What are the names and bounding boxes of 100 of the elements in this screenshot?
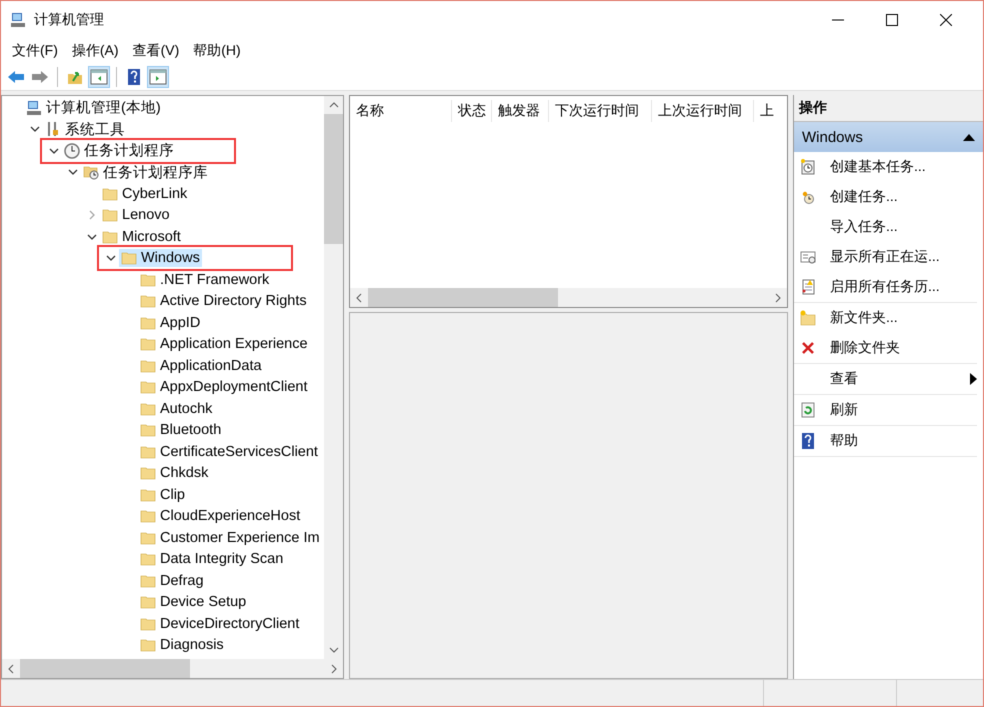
tree-item[interactable]: Customer Experience Im (138, 528, 322, 547)
tree-item[interactable]: Bluetooth (138, 421, 224, 440)
action-item[interactable]: 删除文件夹 (794, 333, 977, 363)
tree-item[interactable]: Data Integrity Scan (138, 550, 286, 568)
column-header[interactable]: 下次运行时间 (549, 100, 652, 122)
new-folder-icon (800, 310, 816, 326)
vertical-scrollbar[interactable] (324, 96, 343, 659)
pane-toggle-icon (149, 69, 167, 85)
folder-icon (140, 293, 156, 310)
menu-item[interactable]: 帮助(H) (186, 42, 248, 60)
scroll-left-icon (8, 664, 14, 674)
tree-item[interactable]: 计算机管理(本地) (24, 97, 163, 118)
scroll-right-icon (775, 292, 781, 302)
tree-item[interactable]: Autochk (138, 400, 214, 418)
pane-toggle-icon (90, 69, 108, 85)
action-item[interactable]: 创建任务... (794, 182, 977, 212)
tree-item[interactable]: 任务计划程序库 (81, 162, 210, 183)
section-header[interactable]: Windows (794, 122, 983, 152)
tree-item[interactable]: Active Directory Rights (138, 292, 309, 310)
horizontal-scrollbar[interactable] (350, 288, 787, 307)
folder-icon (140, 551, 156, 568)
tree-item[interactable]: DeviceDirectoryClient (138, 614, 302, 633)
clock-icon (64, 142, 80, 159)
folder-icon (140, 400, 156, 417)
tree-item[interactable]: .NET Framework (138, 270, 272, 289)
action-item[interactable]: 查看 (794, 364, 977, 394)
action-item[interactable]: 导入任务... (794, 212, 977, 242)
action-item[interactable]: 启用所有任务历... (794, 272, 977, 302)
action-item[interactable]: 显示所有正在运... (794, 242, 977, 272)
folder-icon (140, 616, 156, 632)
tree-item[interactable]: Windows (119, 249, 202, 268)
column-header[interactable]: 触发器 (492, 100, 549, 122)
help-icon (125, 69, 143, 85)
action-item[interactable]: 帮助 (794, 426, 977, 456)
horizontal-scrollbar[interactable] (2, 659, 343, 678)
tree-toggle-button[interactable] (88, 66, 110, 88)
scroll-down-icon (328, 647, 338, 653)
maximize-icon (886, 14, 898, 26)
folder-icon (140, 594, 156, 610)
tree-item[interactable]: Microsoft (100, 228, 183, 246)
scroll-thumb[interactable] (20, 659, 190, 678)
tree-item[interactable]: 系统工具 (43, 118, 127, 140)
action-item[interactable]: 刷新 (794, 395, 977, 425)
folder-icon (140, 444, 156, 460)
back-arrow-icon (7, 69, 25, 85)
window-title: 计算机管理 (34, 10, 104, 28)
tree-item[interactable]: Lenovo (100, 206, 172, 224)
column-header[interactable]: 上次运行时间 (652, 100, 754, 122)
folder-up-icon (66, 69, 84, 85)
scroll-thumb[interactable] (368, 288, 558, 307)
tree-item[interactable]: CyberLink (100, 184, 190, 203)
tree-item[interactable]: CloudExperienceHost (138, 507, 302, 526)
tree-item[interactable]: Device Setup (138, 593, 248, 612)
menu-item[interactable]: 操作(A) (64, 42, 126, 60)
folder-icon (140, 358, 156, 374)
pane-title: 操作 (794, 95, 983, 122)
tree-item[interactable]: AppxDeploymentClient (138, 378, 310, 396)
tree-item[interactable]: Clip (138, 486, 187, 504)
action-item[interactable]: 新文件夹... (794, 303, 977, 333)
folder-icon (102, 186, 118, 202)
folder-icon (102, 207, 118, 224)
folder-icon (121, 250, 137, 266)
folder-icon (140, 508, 156, 524)
log-icon (800, 279, 816, 295)
tree-item[interactable]: Chkdsk (138, 464, 210, 482)
help-icon (800, 433, 816, 449)
action-toggle-button[interactable] (147, 66, 169, 88)
tree-item[interactable]: CertificateServicesClient (138, 442, 320, 461)
tree-item[interactable]: AppID (138, 314, 202, 332)
menu-item[interactable]: 文件(F) (5, 42, 65, 60)
folder-icon (140, 637, 156, 654)
folder-icon (140, 272, 156, 288)
folder-icon (140, 530, 156, 546)
column-header[interactable]: 状态 (452, 100, 492, 122)
column-header[interactable]: 名称 (350, 100, 452, 122)
computer-icon (26, 100, 42, 116)
scroll-right-icon (331, 664, 337, 674)
tree-item[interactable]: Diagnosis (138, 636, 226, 654)
column-header[interactable]: 上 (754, 100, 774, 122)
folder-icon (140, 486, 156, 503)
menu-item[interactable]: 查看(V) (126, 42, 186, 60)
tree-item[interactable]: Application Experience (138, 335, 310, 354)
folder-icon (102, 228, 118, 245)
action-item[interactable]: 创建基本任务... (794, 152, 977, 182)
folder-icon (140, 379, 156, 396)
scroll-thumb[interactable] (324, 114, 343, 244)
folder-clock-icon (83, 164, 99, 180)
folder-icon (140, 314, 156, 331)
list-clock-icon (800, 249, 816, 265)
tree-item[interactable]: 任务计划程序 (62, 140, 176, 162)
clock-page-icon (800, 159, 816, 175)
tree-item[interactable]: ApplicationData (138, 356, 264, 375)
folder-icon (140, 465, 156, 482)
scroll-up-icon (328, 102, 338, 108)
tree-item[interactable]: Defrag (138, 572, 206, 590)
delete-icon (800, 340, 816, 356)
computer-icon (10, 12, 26, 28)
folder-icon (140, 422, 156, 438)
refresh-icon (800, 402, 816, 418)
close-icon (940, 14, 952, 26)
